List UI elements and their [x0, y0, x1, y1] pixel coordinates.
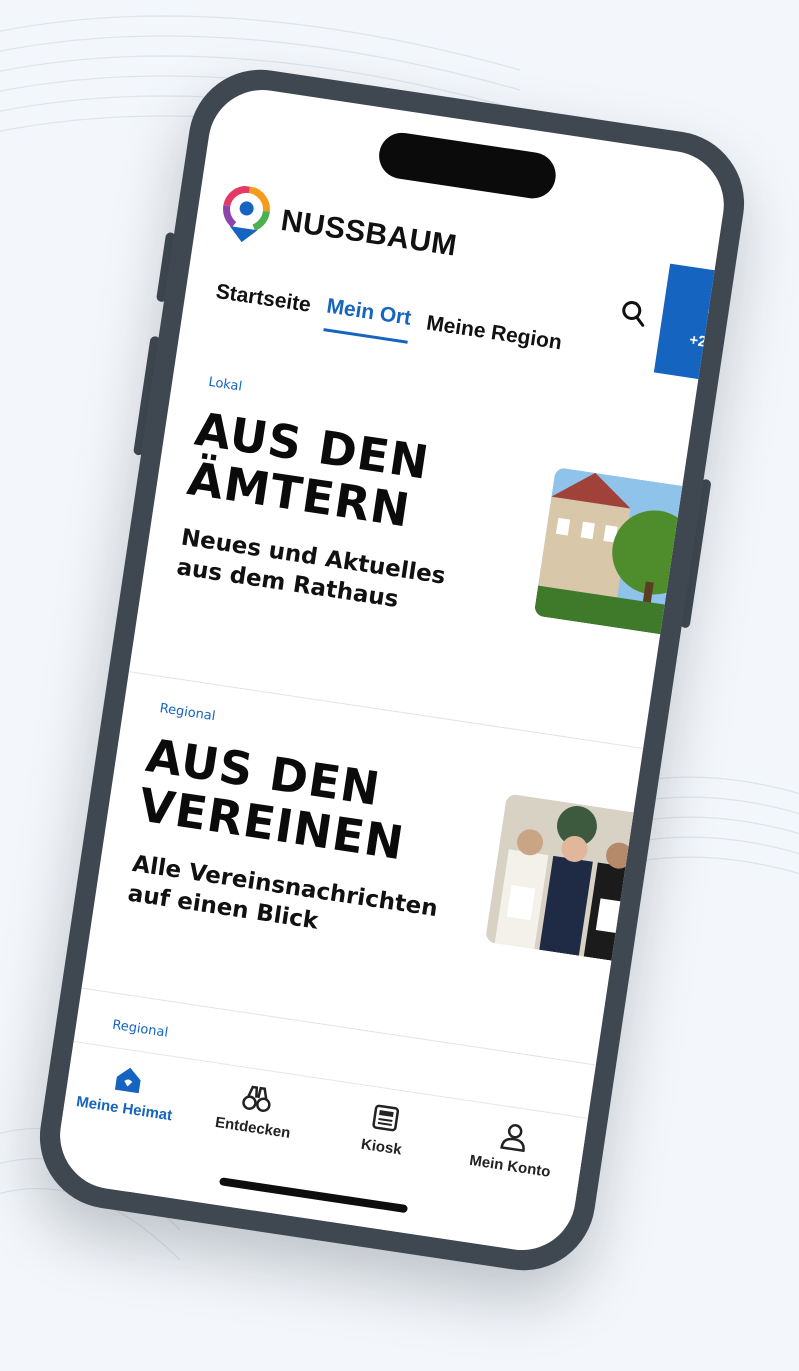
- home-indicator: [218, 1177, 409, 1214]
- section-tag: Regional: [111, 1017, 170, 1041]
- newspaper-icon: [372, 1104, 400, 1132]
- brand-name: NUSSBAUM: [278, 203, 460, 263]
- nav-label: Kiosk: [359, 1135, 403, 1159]
- search-button[interactable]: [618, 297, 650, 329]
- section-vereine[interactable]: Regional AUS DEN VEREINEN Alle Vereinsna…: [81, 696, 654, 1070]
- brand: NUSSBAUM: [218, 183, 461, 275]
- nav-entdecken[interactable]: Entdecken: [192, 1075, 319, 1145]
- user-icon: [500, 1124, 525, 1153]
- nav-mein-konto[interactable]: Mein Konto: [449, 1114, 576, 1184]
- nav-label: Meine Heimat: [75, 1093, 174, 1125]
- tab-mein-ort[interactable]: Mein Ort: [323, 293, 413, 344]
- tab-bar: Startseite Mein Ort Meine Region: [213, 277, 580, 369]
- nav-kiosk[interactable]: Kiosk: [321, 1094, 448, 1164]
- brand-logo-icon: [223, 185, 270, 243]
- search-icon: [622, 300, 645, 327]
- section-tag: Regional: [158, 701, 217, 725]
- dynamic-island: [375, 129, 559, 202]
- nav-label: Mein Konto: [468, 1151, 552, 1181]
- tab-startseite[interactable]: Startseite: [213, 277, 313, 329]
- binoculars-icon: [242, 1085, 271, 1113]
- nav-label: Entdecken: [214, 1113, 292, 1142]
- section-tag: Lokal: [207, 374, 244, 395]
- section-title: AUS DEN VEREINEN: [135, 727, 408, 871]
- tab-meine-region[interactable]: Meine Region: [423, 308, 564, 366]
- home-icon: [114, 1067, 141, 1094]
- nav-meine-heimat[interactable]: Meine Heimat: [64, 1056, 191, 1126]
- section-title: AUS DEN ÄMTERN: [184, 401, 433, 538]
- section-aemter[interactable]: Lokal AUS DEN ÄMTERN Neues und Aktuelles…: [130, 369, 703, 743]
